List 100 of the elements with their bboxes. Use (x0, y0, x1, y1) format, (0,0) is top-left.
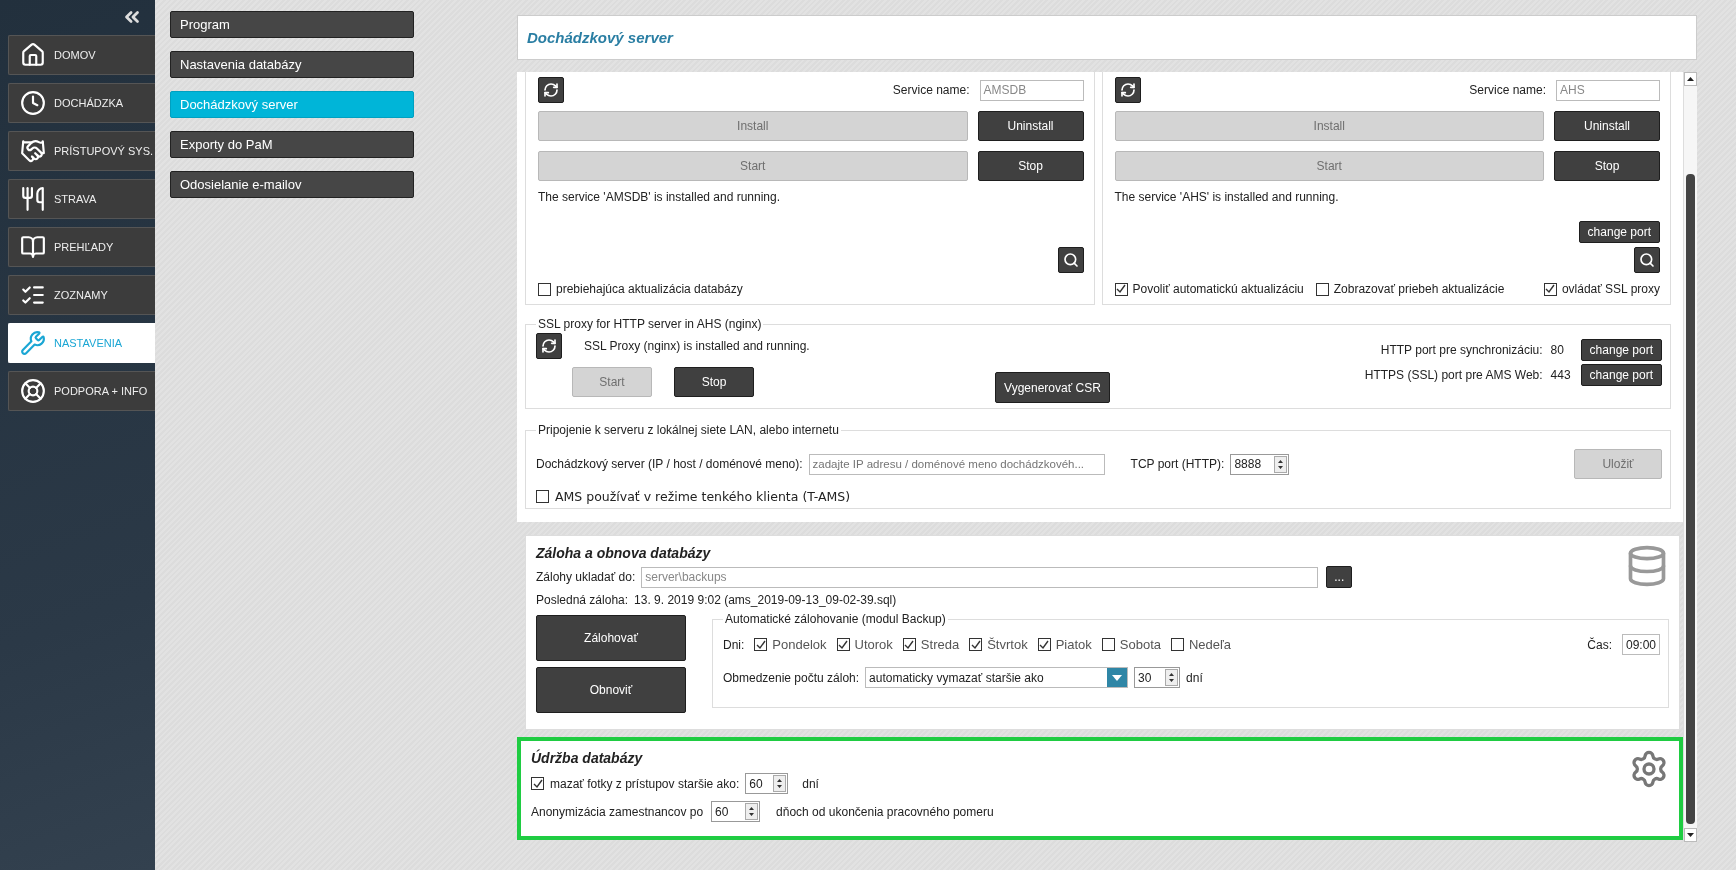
service-button[interactable]: Stop (977, 151, 1084, 181)
backup-action-button[interactable]: Obnoviť (536, 667, 686, 713)
nav-item[interactable]: DOMOV (8, 35, 155, 75)
nav-item[interactable]: STRAVA (8, 179, 155, 219)
refresh-button[interactable] (536, 333, 562, 359)
browse-button[interactable]: ... (1326, 566, 1353, 588)
unit-label: dňoch od ukončenia pracovného pomeru (776, 804, 994, 819)
search-button[interactable] (1634, 247, 1660, 273)
group-title: Pripojenie k serveru z lokálnej siete LAN, alebo internetu (537, 423, 840, 437)
backup-path-field[interactable]: server\backups (641, 566, 1319, 588)
change-port-button[interactable]: change port (1580, 364, 1662, 386)
backup-action-button[interactable]: Zálohovať (536, 615, 686, 661)
checkbox[interactable] (1101, 638, 1115, 651)
checkbox[interactable] (1171, 638, 1184, 651)
service-button[interactable]: Uninstall (977, 111, 1084, 141)
scrollbar[interactable] (1683, 72, 1697, 842)
field-label: Dochádzkový server (IP / host / doménové meno): (536, 457, 803, 471)
spinner-arrows-icon[interactable] (773, 775, 787, 792)
service-button[interactable]: Stop (1554, 151, 1660, 181)
field-label: Obmedzenie počtu záloh: (723, 670, 860, 685)
nav-item[interactable]: PRÍSTUPOVÝ SYS. (8, 131, 155, 171)
field-label: Service name: (1469, 83, 1546, 97)
change-port-button[interactable]: change port (1580, 339, 1662, 361)
search-icon (1639, 252, 1655, 268)
submenu-item[interactable]: Nastavenia databázy (170, 51, 414, 78)
home-icon (20, 42, 46, 68)
service-button[interactable]: Uninstall (1554, 111, 1660, 141)
checkbox[interactable] (1037, 638, 1051, 651)
checkbox[interactable] (836, 638, 850, 651)
checkbox[interactable] (1315, 282, 1329, 296)
status-text: The service 'AMSDB' is installed and running. (538, 190, 782, 204)
scrollbar-thumb[interactable] (1686, 174, 1695, 824)
port-value: 443 (1550, 368, 1572, 382)
card-title: Údržba databázy (531, 748, 644, 768)
submenu-item[interactable]: Exporty do PaM (170, 131, 414, 158)
nav-item[interactable]: ZOZNAMY (8, 275, 155, 315)
refresh-button[interactable] (538, 77, 564, 103)
checkbox-label: Streda (920, 637, 960, 652)
lifebuoy-icon (20, 378, 46, 404)
nav-item[interactable]: PREHĽADY (8, 227, 155, 267)
submenu-item[interactable]: Odosielanie e-mailov (170, 171, 414, 198)
dropdown[interactable]: automaticky vymazať staršie ako (865, 667, 1129, 688)
nav-item[interactable]: PODPORA + INFO (8, 371, 155, 411)
last-backup-value: 13. 9. 2019 9:02 (ams_2019-09-13_09-02-39.sql) (634, 593, 897, 607)
server-address-field[interactable]: zadajte IP adresu / doménové meno dochádzkovéh... (808, 453, 1105, 475)
checkbox[interactable] (531, 777, 544, 790)
utensils-icon (20, 186, 46, 212)
refresh-icon (1119, 82, 1136, 98)
status-text: The service 'AHS' is installed and running. (1114, 190, 1340, 204)
refresh-button[interactable] (1114, 77, 1141, 103)
checkbox-label: Nedeľa (1189, 637, 1232, 652)
checkbox[interactable] (902, 638, 916, 651)
spinner-arrows-icon[interactable] (1165, 669, 1179, 686)
unit-label: dní (1186, 670, 1203, 685)
checkbox[interactable] (538, 282, 551, 296)
submenu-item[interactable]: Program (170, 11, 414, 38)
port-value: 80 (1550, 343, 1565, 357)
proxy-button[interactable]: Stop (674, 367, 754, 397)
nav-item[interactable]: DOCHÁDZKA (8, 83, 155, 123)
page-title: Dochádzkový server (517, 15, 1697, 60)
checkbox-label: mazať fotky z prístupov staršie ako: (550, 776, 740, 791)
unit-label: dní (802, 776, 819, 791)
checkbox-label: Povoliť automatickú aktualizáciu (1132, 282, 1304, 296)
checkbox-label: Štvrtok (987, 637, 1028, 652)
checkbox[interactable] (1114, 282, 1128, 296)
status-text: SSL Proxy (nginx) is installed and running. (584, 339, 810, 353)
group-title: SSL proxy for HTTP server in AHS (nginx) (537, 317, 763, 331)
change-port-button[interactable]: change port (1578, 221, 1660, 243)
clock-icon (20, 90, 46, 116)
number-field[interactable]: 30 (1134, 667, 1181, 688)
refresh-icon (543, 82, 559, 98)
field-label: Čas: (1587, 637, 1612, 652)
checkbox-label: ovládať SSL proxy (1561, 282, 1660, 296)
refresh-icon (541, 338, 557, 354)
service-name-field[interactable]: AMSDB (979, 79, 1084, 101)
checkbox[interactable] (1543, 282, 1557, 296)
search-button[interactable] (1057, 247, 1084, 273)
service-name-field[interactable]: AHS (1556, 79, 1660, 101)
number-field[interactable]: 60 (745, 773, 789, 794)
wrench-icon (20, 330, 46, 356)
time-field[interactable]: 09:00 (1622, 634, 1660, 655)
number-field[interactable]: 8888 (1230, 453, 1290, 475)
checkbox-label: Utorok (854, 637, 893, 652)
checkbox-label: Zobrazovať priebeh aktualizácie (1333, 282, 1505, 296)
group-title: Automatické zálohovanie (modul Backup) (724, 612, 947, 626)
book-icon (20, 234, 46, 260)
checkbox-label: Piatok (1055, 637, 1092, 652)
checkbox[interactable] (536, 490, 549, 503)
last-backup-label: Posledná záloha: (536, 593, 629, 607)
checkbox[interactable] (754, 638, 768, 651)
checkbox[interactable] (969, 638, 983, 651)
field-label: Zálohy ukladať do: (536, 570, 636, 584)
spinner-arrows-icon[interactable] (745, 803, 759, 820)
spinner-arrows-icon[interactable] (1274, 455, 1288, 473)
csr-button[interactable]: Vygenerovať CSR (995, 372, 1110, 403)
number-field[interactable]: 60 (711, 801, 761, 822)
scroll-up-icon[interactable] (1684, 72, 1697, 86)
scroll-down-icon[interactable] (1684, 828, 1697, 842)
port-label: HTTP port pre synchronizáciu: (1380, 343, 1543, 357)
checkbox-label: AMS používať v režime tenkého klienta (T-AMS) (555, 489, 851, 504)
